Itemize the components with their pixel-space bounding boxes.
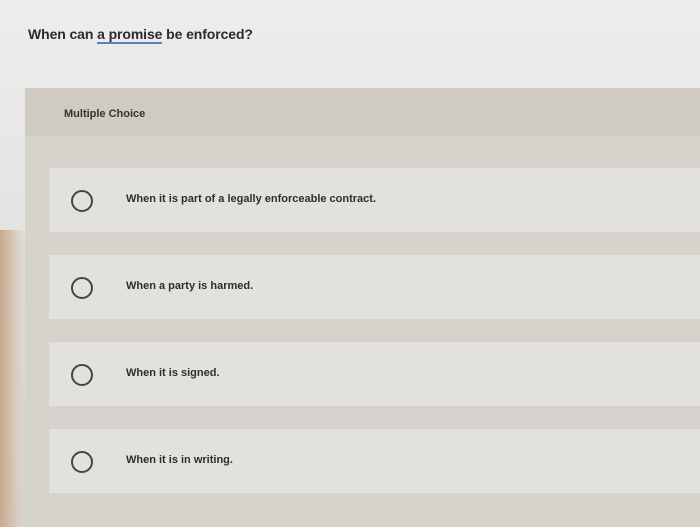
answer-option-label: When a party is harmed. [126, 280, 254, 292]
multiple-choice-panel: Multiple Choice When it is part of a leg… [25, 88, 700, 527]
radio-circle-icon[interactable] [71, 277, 93, 299]
panel-header: Multiple Choice [25, 88, 700, 136]
radio-circle-icon[interactable] [71, 190, 93, 212]
question-underlined-term: a promise [97, 26, 163, 44]
answer-option-label: When it is signed. [126, 367, 220, 379]
question-suffix: be enforced? [162, 26, 253, 42]
question-prefix: When can [28, 26, 98, 42]
answer-option-1[interactable]: When it is part of a legally enforceable… [49, 168, 700, 232]
answer-option-label: When it is in writing. [126, 454, 233, 466]
answer-option-2[interactable]: When a party is harmed. [49, 255, 700, 319]
answer-option-4[interactable]: When it is in writing. [49, 429, 700, 493]
answer-option-label: When it is part of a legally enforceable… [126, 193, 377, 205]
question-type-label: Multiple Choice [64, 108, 146, 120]
question-text: When can a promise be enforced? [28, 26, 253, 44]
radio-circle-icon[interactable] [71, 451, 93, 473]
answer-option-3[interactable]: When it is signed. [49, 342, 700, 406]
radio-circle-icon[interactable] [71, 364, 93, 386]
